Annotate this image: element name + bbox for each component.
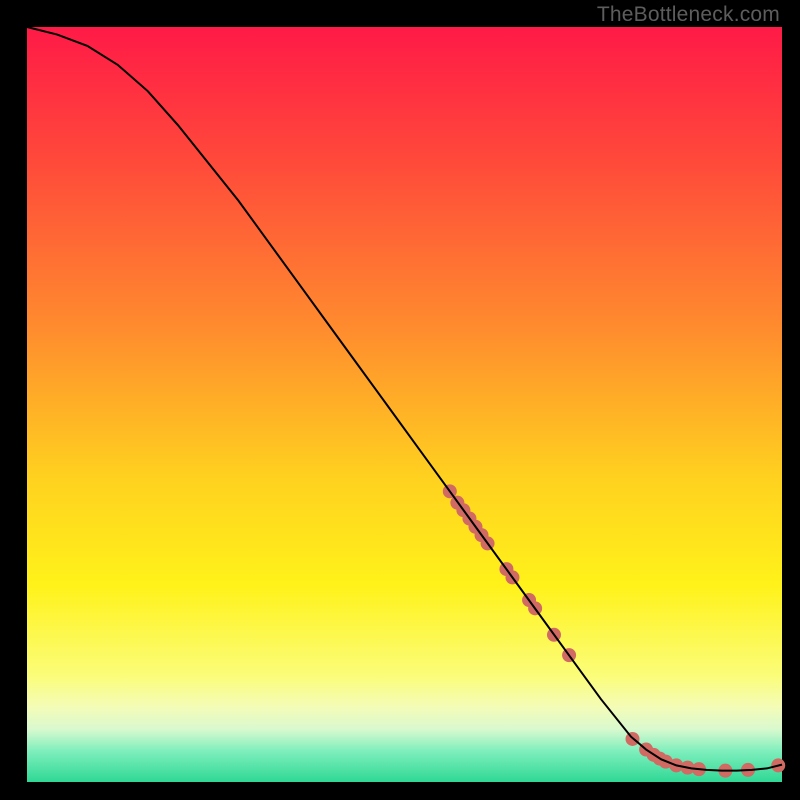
chart-svg <box>0 0 800 800</box>
watermark-text: TheBottleneck.com <box>597 3 780 27</box>
plot-background <box>27 27 782 782</box>
chart-container: { "watermark": "TheBottleneck.com", "cha… <box>0 0 800 800</box>
